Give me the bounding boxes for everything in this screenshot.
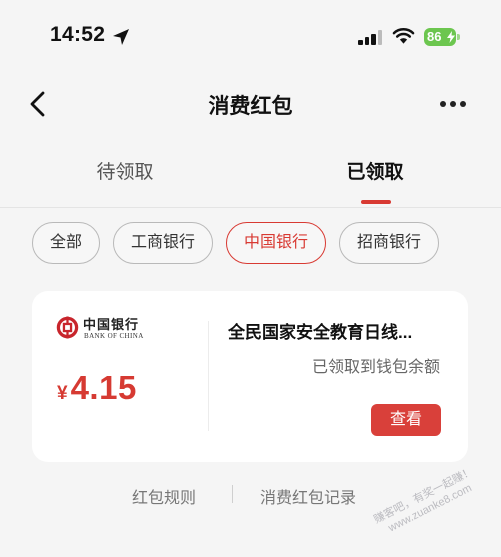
app-screen: 14:52 86 消费红包 待领取 已领取 全部 工商银行 中国银行 招商银行 [0, 0, 501, 557]
status-time: 14:52 [50, 23, 106, 46]
watermark: 赚客吧，有奖一起赚！ www.zuanke8.com [354, 455, 500, 548]
bank-filter-bar: 全部 工商银行 中国银行 招商银行 [32, 222, 440, 264]
battery-terminal [457, 34, 460, 40]
location-arrow-icon [113, 29, 129, 45]
bank-name-en: BANK OF CHINA [84, 332, 144, 340]
red-packet-card: 中国银行 BANK OF CHINA ¥4.15 全民国家安全教育日线... 已… [32, 291, 468, 462]
footer-separator [232, 485, 233, 503]
more-dots-icon[interactable] [440, 100, 470, 108]
signal-icon [358, 29, 384, 45]
watermark-line-1: 赚客吧，有奖一起赚！ [372, 465, 476, 527]
tab-pending[interactable]: 待领取 [85, 157, 165, 184]
rules-link[interactable]: 红包规则 [132, 484, 196, 508]
red-packet-title: 全民国家安全教育日线... [228, 323, 413, 342]
view-button[interactable]: 查看 [371, 404, 441, 436]
records-link[interactable]: 消费红包记录 [260, 484, 356, 508]
bank-logo: 中国银行 BANK OF CHINA [56, 315, 176, 341]
filter-chip-all[interactable]: 全部 [32, 222, 101, 264]
tabs-divider [0, 207, 501, 208]
battery-indicator: 86 [424, 28, 456, 46]
bank-name-cn: 中国银行 [83, 318, 140, 333]
battery-level: 86 [427, 29, 442, 44]
card-divider [208, 321, 209, 431]
filter-chip-icbc[interactable]: 工商银行 [113, 222, 214, 264]
tab-received[interactable]: 已领取 [335, 157, 415, 184]
red-packet-status: 已领取到钱包余额 [311, 359, 440, 376]
page-title: 消费红包 [208, 95, 293, 118]
red-packet-amount: ¥4.15 [57, 369, 137, 407]
currency-symbol: ¥ [57, 383, 68, 404]
active-tab-indicator [361, 200, 391, 204]
filter-chip-boc[interactable]: 中国银行 [226, 222, 327, 264]
filter-chip-cmb[interactable]: 招商银行 [339, 222, 440, 264]
amount-value: 4.15 [70, 369, 137, 406]
bank-of-china-logo-icon [56, 316, 79, 339]
charging-bolt-icon [447, 31, 455, 43]
wifi-icon [392, 28, 415, 44]
